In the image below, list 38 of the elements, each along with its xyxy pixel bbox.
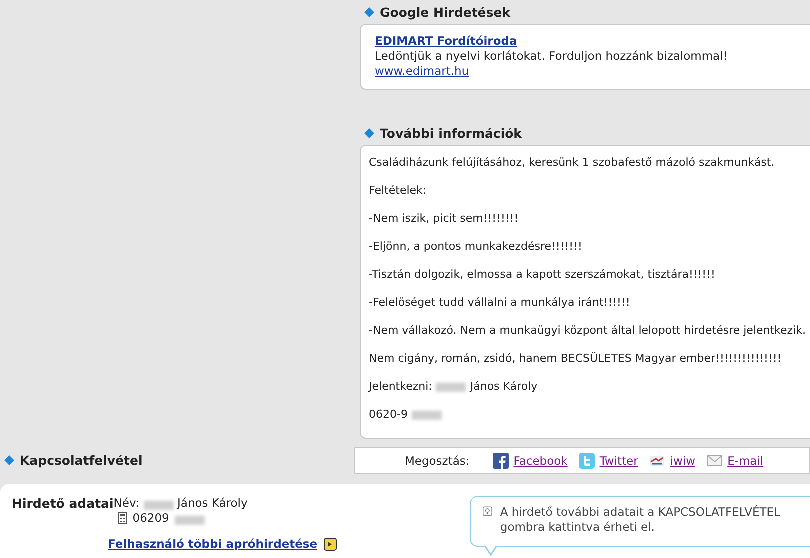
ad-link[interactable]: EDIMART Fordítóiroda <box>375 34 518 49</box>
blurred-text <box>144 501 174 510</box>
info-text: -Eljönn, a pontos munkakezdésre!!!!!!! <box>369 239 582 255</box>
info-text: Feltételek: <box>369 183 427 199</box>
blurred-text <box>175 516 206 525</box>
blurred-text <box>436 383 466 392</box>
advertiser-heading: Hirdető adatai <box>12 496 114 513</box>
phone-text: 06209 <box>132 511 170 525</box>
facebook-icon[interactable] <box>492 452 509 468</box>
share-label: Megosztás: <box>404 454 470 468</box>
info-text: Jelentkezni: <box>369 379 432 395</box>
blurred-text <box>412 411 442 420</box>
info-text: -Nem iszik, picit sem!!!!!!!! <box>369 211 519 227</box>
bullet-icon <box>364 128 374 138</box>
info-text: 0620-9 <box>369 407 408 423</box>
phone-icon <box>118 512 127 524</box>
ad-text: Ledöntjük a nyelvi korlátokat. Forduljon hozzánk bizalommal! <box>375 49 728 63</box>
info-text: Családiházunk felújításához, keresünk 1 szobafestő mázoló szakmunkást. <box>369 155 775 171</box>
url-link[interactable]: www.edimart.hu <box>375 64 470 79</box>
section-title: Kapcsolatfelvétel <box>20 453 143 468</box>
info-text: -Felelöséget tudd vállalni a munkálya iránt!!!!!! <box>369 295 630 311</box>
share-link[interactable]: iwiw <box>670 454 696 468</box>
bullet-icon <box>364 7 374 17</box>
info-text: -Nem vállakozó. Nem a munkaügyi központ által lelopott hirdetésre jelentkezik. <box>369 323 806 339</box>
lightbulb-icon <box>483 505 492 518</box>
info-text: Nem cigány, román, zsidó, hanem BECSÜLETES Magyar ember!!!!!!!!!!!!!!! <box>369 351 782 367</box>
name-text: János Károly <box>178 496 248 510</box>
info-text: -Tisztán dolgozik, elmossa a kapott szerszámokat, tisztára!!!!!! <box>369 267 716 283</box>
share-link[interactable]: E-mail <box>728 454 764 468</box>
share-link[interactable]: Facebook <box>514 454 568 468</box>
bullet-icon <box>4 456 14 466</box>
name-label: Név: <box>114 496 140 510</box>
share-link[interactable]: Twitter <box>600 454 638 468</box>
info-text: János Károly <box>470 379 538 395</box>
tooltip-text: A hirdető további adatait a KAPCSOLATFELVÉTEL gombra kattintva érheti el. <box>500 505 782 536</box>
more-ads-link[interactable]: Felhasználó többi apróhirdetése <box>108 537 318 551</box>
section-title: További információk <box>380 126 522 140</box>
section-title: Google Hirdetések <box>380 4 511 20</box>
